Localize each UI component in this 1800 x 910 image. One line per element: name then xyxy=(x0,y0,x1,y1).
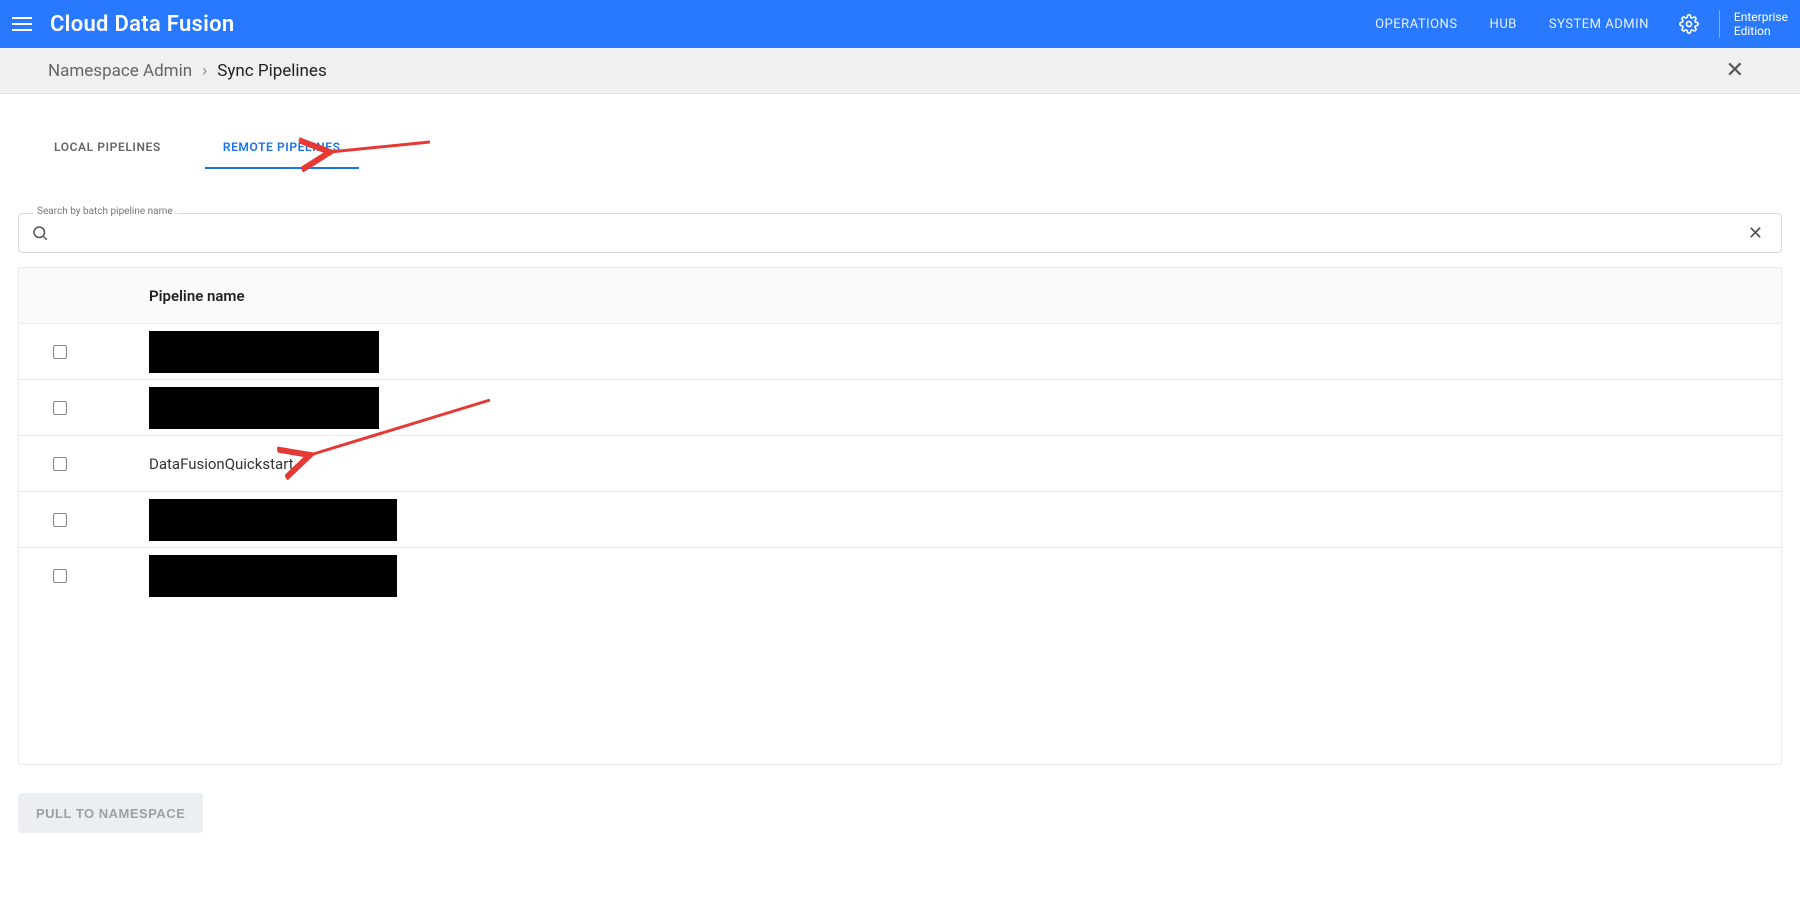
breadcrumb-parent[interactable]: Namespace Admin xyxy=(48,61,192,81)
breadcrumb-bar: Namespace Admin › Sync Pipelines ✕ xyxy=(0,48,1800,94)
edition-line2: Edition xyxy=(1734,24,1788,38)
row-checkbox-cell xyxy=(19,513,109,527)
table-row[interactable] xyxy=(19,380,1781,436)
row-checkbox-cell xyxy=(19,401,109,415)
row-checkbox-cell xyxy=(19,345,109,359)
table-row[interactable] xyxy=(19,492,1781,548)
redacted-block xyxy=(149,331,379,373)
edition-label: Enterprise Edition xyxy=(1719,10,1788,38)
table-empty-space xyxy=(19,604,1781,764)
row-pipeline-name xyxy=(109,499,1781,541)
redacted-block xyxy=(149,555,397,597)
app-title: Cloud Data Fusion xyxy=(50,12,235,37)
row-checkbox[interactable] xyxy=(53,569,67,583)
edition-line1: Enterprise xyxy=(1734,10,1788,24)
table-row[interactable] xyxy=(19,548,1781,604)
column-header-name[interactable]: Pipeline name xyxy=(109,287,1781,305)
redacted-block xyxy=(149,387,379,429)
table-row[interactable]: DataFusionQuickstart xyxy=(19,436,1781,492)
close-icon[interactable]: ✕ xyxy=(1718,54,1752,87)
search-label: Search by batch pipeline name xyxy=(33,206,177,217)
row-pipeline-name: DataFusionQuickstart xyxy=(109,455,1781,473)
menu-icon[interactable] xyxy=(12,12,36,36)
top-app-bar: Cloud Data Fusion OPERATIONS HUB SYSTEM … xyxy=(0,0,1800,48)
redacted-block xyxy=(149,499,397,541)
nav-hub[interactable]: HUB xyxy=(1474,17,1533,32)
content-area: LOCAL PIPELINES REMOTE PIPELINES Search … xyxy=(0,94,1800,833)
table-body: DataFusionQuickstart xyxy=(19,324,1781,604)
table-header: Pipeline name xyxy=(19,268,1781,324)
nav-system-admin[interactable]: SYSTEM ADMIN xyxy=(1533,17,1665,32)
tabs: LOCAL PIPELINES REMOTE PIPELINES xyxy=(18,128,1782,169)
search-icon xyxy=(31,224,49,242)
settings-icon[interactable] xyxy=(1665,14,1713,34)
pipeline-table: Pipeline name DataFusionQuickstart xyxy=(18,267,1782,765)
tab-local-pipelines[interactable]: LOCAL PIPELINES xyxy=(48,128,167,168)
action-bar: PULL TO NAMESPACE xyxy=(18,765,1782,833)
row-checkbox[interactable] xyxy=(53,457,67,471)
table-row[interactable] xyxy=(19,324,1781,380)
row-checkbox[interactable] xyxy=(53,513,67,527)
search-field[interactable]: Search by batch pipeline name ✕ xyxy=(18,213,1782,253)
search-input[interactable] xyxy=(59,225,1742,241)
clear-icon[interactable]: ✕ xyxy=(1742,221,1769,246)
nav-operations[interactable]: OPERATIONS xyxy=(1359,17,1473,32)
row-checkbox[interactable] xyxy=(53,401,67,415)
row-pipeline-name xyxy=(109,387,1781,429)
breadcrumb-separator-icon: › xyxy=(202,61,207,81)
pull-to-namespace-button[interactable]: PULL TO NAMESPACE xyxy=(18,793,203,833)
tab-remote-pipelines[interactable]: REMOTE PIPELINES xyxy=(217,128,347,168)
row-pipeline-name xyxy=(109,331,1781,373)
row-pipeline-name xyxy=(109,555,1781,597)
row-checkbox-cell xyxy=(19,569,109,583)
breadcrumb-current: Sync Pipelines xyxy=(217,61,327,81)
row-checkbox[interactable] xyxy=(53,345,67,359)
row-checkbox-cell xyxy=(19,457,109,471)
